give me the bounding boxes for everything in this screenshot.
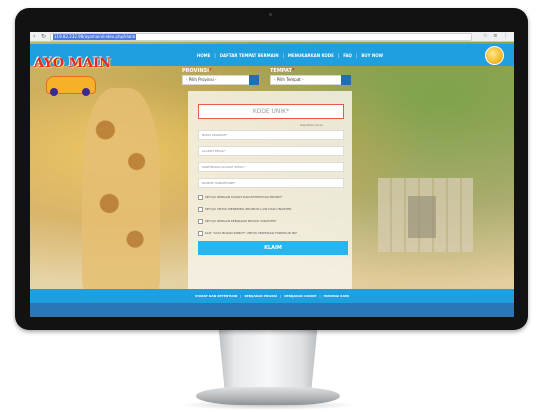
email-field[interactable]: ALAMAT EMAIL* — [198, 146, 344, 156]
monitor-base — [196, 387, 340, 405]
place-label: TEMPAT* — [270, 68, 295, 74]
page-bottom-band — [30, 303, 514, 317]
checkbox-label: SETUJU DENGAN SYARAT DAN KETENTUAN PROMO… — [205, 195, 283, 199]
nav-menukarkan-kode[interactable]: MENUKARKAN KODE — [288, 53, 334, 58]
footer-separator: | — [280, 294, 282, 298]
nav-separator: | — [214, 52, 216, 58]
footer-links: SYARAT DAN KETENTUAN | KEBIJAKAN PRIVASI… — [30, 289, 514, 303]
place-select[interactable]: - Pilih Tempat - — [270, 75, 342, 85]
province-label: PROVINSI* — [182, 68, 212, 74]
get-code-link[interactable]: Dapatkan Kode — [300, 123, 323, 127]
footer-separator: | — [240, 294, 242, 298]
phone-field[interactable]: NOMOR HANDPHONE* — [198, 178, 344, 188]
site-footer: SYARAT DAN KETENTUAN | KEBIJAKAN PRIVASI… — [30, 289, 514, 303]
checkbox-terms[interactable]: SETUJU DENGAN SYARAT DAN KETENTUAN PROMO… — [198, 194, 282, 200]
address-bar[interactable]: 119.82.232.98/ayomain/index.php/klaim — [50, 33, 472, 41]
nav-daftar-tempat[interactable]: DAFTAR TEMPAT BERMAIN — [220, 53, 279, 58]
reload-icon[interactable]: ↻ — [41, 33, 46, 40]
nav-separator: | — [337, 52, 340, 58]
nav-separator: | — [355, 52, 358, 58]
checkbox[interactable] — [198, 206, 203, 212]
nav-home[interactable]: HOME — [197, 53, 210, 58]
footer-link-privacy[interactable]: KEBIJAKAN PRIVASI — [244, 294, 277, 298]
email-confirm-field[interactable]: KONFIRMASI ALAMAT EMAIL* — [198, 162, 344, 172]
footer-link-terms[interactable]: SYARAT DAN KETENTUAN — [195, 294, 237, 298]
webcam-icon — [269, 13, 272, 16]
claim-button-label: KLAIM — [264, 245, 282, 251]
checkbox[interactable] — [198, 230, 203, 236]
checkbox-captcha[interactable]: KLIK "SAYA BUKAN ROBOT" UNTUK VERIFIKASI… — [198, 230, 297, 236]
logo-wheel-icon — [50, 88, 58, 96]
checkbox-promotions[interactable]: SETUJU UNTUK MENERIMA PROMOSI LAIN DARI … — [198, 206, 291, 212]
claim-button[interactable]: KLAIM — [198, 241, 348, 255]
nav-faq[interactable]: FAQ — [343, 53, 352, 58]
giraffe-image — [82, 88, 160, 298]
checkbox-privacy[interactable]: SETUJU DENGAN KEBIJAKAN PRIVASI UNILEVER… — [198, 218, 277, 224]
unique-code-input[interactable]: KODE UNIK* — [198, 104, 344, 119]
main-nav: HOME | DAFTAR TEMPAT BERMAIN | MENUKARKA… — [170, 44, 410, 66]
background-window — [408, 196, 436, 238]
logo-text: AYO MAIN — [34, 56, 112, 71]
full-name-field[interactable]: NAMA LENGKAP* — [198, 130, 344, 140]
province-select[interactable]: - Pilih Provinsi - — [182, 75, 250, 85]
checkbox-label: KLIK "SAYA BUKAN ROBOT" UNTUK VERIFIKASI… — [205, 231, 298, 235]
monitor-stand — [218, 330, 318, 392]
nav-buy-now[interactable]: BUY NOW — [361, 53, 383, 58]
checkbox[interactable] — [198, 194, 203, 200]
place-dropdown-icon[interactable] — [341, 75, 351, 85]
province-dropdown-icon[interactable] — [249, 75, 259, 85]
footer-separator: | — [319, 294, 321, 298]
monitor-screen: ‹ ↻ 119.82.232.98/ayomain/index.php/klai… — [30, 32, 514, 317]
browser-menu-icons[interactable]: ☆ ≡ ⋮ — [483, 33, 510, 40]
checkbox-label: SETUJU UNTUK MENERIMA PROMOSI LAIN DARI … — [205, 207, 292, 211]
browser-toolbar: ‹ ↻ 119.82.232.98/ayomain/index.php/klai… — [30, 32, 514, 42]
logo-wheel-icon — [82, 88, 90, 96]
checkbox[interactable] — [198, 218, 203, 224]
back-icon[interactable]: ‹ — [33, 33, 35, 40]
mascot-icon[interactable] — [485, 46, 504, 65]
url-text: 119.82.232.98/ayomain/index.php/klaim — [53, 34, 137, 40]
checkbox-label: SETUJU DENGAN KEBIJAKAN PRIVASI UNILEVER… — [205, 219, 277, 223]
site-logo[interactable]: AYO MAIN — [34, 50, 111, 98]
footer-link-cookie[interactable]: KEBIJAKAN COOKIE — [284, 294, 316, 298]
footer-link-contact[interactable]: HUBUNGI KAMI — [323, 294, 349, 298]
nav-separator: | — [282, 52, 284, 58]
